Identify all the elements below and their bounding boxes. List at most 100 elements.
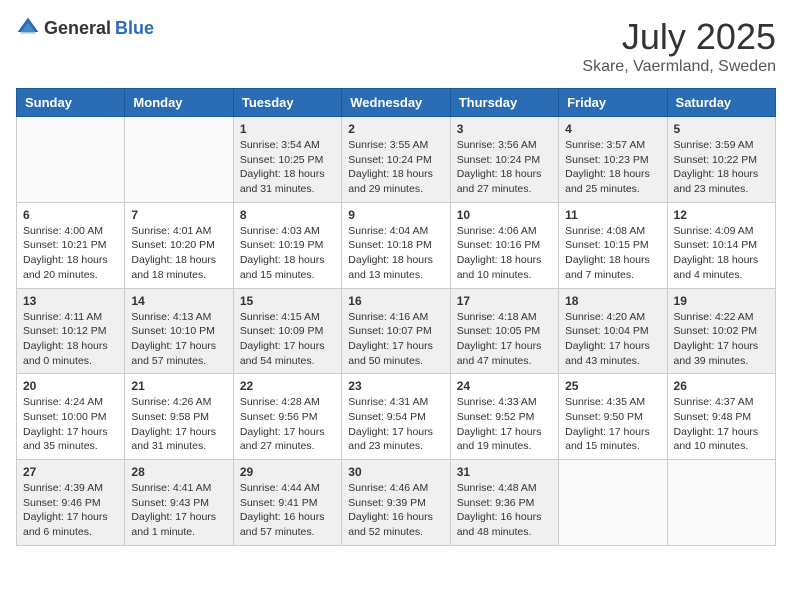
logo-blue: Blue	[115, 18, 154, 39]
calendar-cell: 12 Sunrise: 4:09 AMSunset: 10:14 PMDaylig…	[667, 202, 775, 288]
col-wednesday: Wednesday	[342, 89, 450, 117]
calendar-cell: 22 Sunrise: 4:28 AMSunset: 9:56 PMDayligh…	[233, 374, 341, 460]
day-number: 1	[240, 122, 335, 136]
calendar-cell: 1Sunrise: 3:54 AMSunset: 10:25 PMDayligh…	[233, 117, 341, 203]
calendar-week-0: 1Sunrise: 3:54 AMSunset: 10:25 PMDayligh…	[17, 117, 776, 203]
calendar-cell	[667, 460, 775, 546]
day-info: Sunrise: 4:41 AMSunset: 9:43 PMDaylight:…	[131, 481, 226, 540]
day-info: Sunrise: 4:22 AMSunset: 10:02 PMDaylight…	[674, 310, 769, 369]
day-number: 25	[565, 379, 660, 393]
calendar-week-1: 6 Sunrise: 4:00 AMSunset: 10:21 PMDayligh…	[17, 202, 776, 288]
calendar-cell: 5 Sunrise: 3:59 AMSunset: 10:22 PMDayligh…	[667, 117, 775, 203]
col-saturday: Saturday	[667, 89, 775, 117]
day-info: Sunrise: 4:13 AMSunset: 10:10 PMDaylight…	[131, 310, 226, 369]
col-tuesday: Tuesday	[233, 89, 341, 117]
calendar-cell: 17 Sunrise: 4:18 AMSunset: 10:05 PMDaylig…	[450, 288, 558, 374]
logo: GeneralBlue	[16, 16, 154, 40]
day-number: 9	[348, 208, 443, 222]
day-info: Sunrise: 4:09 AMSunset: 10:14 PMDaylight…	[674, 224, 769, 283]
calendar-cell: 30 Sunrise: 4:46 AMSunset: 9:39 PMDayligh…	[342, 460, 450, 546]
day-info: Sunrise: 4:11 AMSunset: 10:12 PMDaylight…	[23, 310, 118, 369]
day-number: 6	[23, 208, 118, 222]
day-number: 15	[240, 294, 335, 308]
day-number: 24	[457, 379, 552, 393]
day-number: 17	[457, 294, 552, 308]
page-header: GeneralBlue July 2025 Skare, Vaermland, …	[16, 16, 776, 76]
day-number: 22	[240, 379, 335, 393]
calendar-cell: 21Sunrise: 4:26 AMSunset: 9:58 PMDayligh…	[125, 374, 233, 460]
calendar-week-2: 13 Sunrise: 4:11 AMSunset: 10:12 PMDaylig…	[17, 288, 776, 374]
calendar-cell	[17, 117, 125, 203]
calendar-cell: 11 Sunrise: 4:08 AMSunset: 10:15 PMDaylig…	[559, 202, 667, 288]
day-number: 26	[674, 379, 769, 393]
day-number: 13	[23, 294, 118, 308]
day-number: 4	[565, 122, 660, 136]
day-info: Sunrise: 3:55 AMSunset: 10:24 PMDaylight…	[348, 138, 443, 197]
day-number: 11	[565, 208, 660, 222]
day-number: 12	[674, 208, 769, 222]
col-monday: Monday	[125, 89, 233, 117]
day-number: 30	[348, 465, 443, 479]
calendar-cell: 29 Sunrise: 4:44 AMSunset: 9:41 PMDayligh…	[233, 460, 341, 546]
calendar-cell: 9 Sunrise: 4:04 AMSunset: 10:18 PMDayligh…	[342, 202, 450, 288]
day-info: Sunrise: 4:08 AMSunset: 10:15 PMDaylight…	[565, 224, 660, 283]
day-number: 29	[240, 465, 335, 479]
calendar-cell: 13 Sunrise: 4:11 AMSunset: 10:12 PMDaylig…	[17, 288, 125, 374]
day-number: 10	[457, 208, 552, 222]
calendar-cell: 28Sunrise: 4:41 AMSunset: 9:43 PMDayligh…	[125, 460, 233, 546]
day-info: Sunrise: 4:33 AMSunset: 9:52 PMDaylight:…	[457, 395, 552, 454]
calendar-cell: 27Sunrise: 4:39 AMSunset: 9:46 PMDayligh…	[17, 460, 125, 546]
calendar-cell: 24 Sunrise: 4:33 AMSunset: 9:52 PMDayligh…	[450, 374, 558, 460]
day-info: Sunrise: 4:16 AMSunset: 10:07 PMDaylight…	[348, 310, 443, 369]
calendar-cell: 6 Sunrise: 4:00 AMSunset: 10:21 PMDayligh…	[17, 202, 125, 288]
calendar-cell: 18 Sunrise: 4:20 AMSunset: 10:04 PMDaylig…	[559, 288, 667, 374]
calendar-cell: 8Sunrise: 4:03 AMSunset: 10:19 PMDayligh…	[233, 202, 341, 288]
day-info: Sunrise: 4:18 AMSunset: 10:05 PMDaylight…	[457, 310, 552, 369]
day-number: 5	[674, 122, 769, 136]
day-number: 7	[131, 208, 226, 222]
title-block: July 2025 Skare, Vaermland, Sweden	[582, 16, 776, 76]
col-friday: Friday	[559, 89, 667, 117]
calendar-cell	[125, 117, 233, 203]
day-info: Sunrise: 4:48 AMSunset: 9:36 PMDaylight:…	[457, 481, 552, 540]
calendar-cell: 25 Sunrise: 4:35 AMSunset: 9:50 PMDayligh…	[559, 374, 667, 460]
calendar-cell: 19 Sunrise: 4:22 AMSunset: 10:02 PMDaylig…	[667, 288, 775, 374]
calendar-cell: 2 Sunrise: 3:55 AMSunset: 10:24 PMDayligh…	[342, 117, 450, 203]
calendar-cell: 26 Sunrise: 4:37 AMSunset: 9:48 PMDayligh…	[667, 374, 775, 460]
col-thursday: Thursday	[450, 89, 558, 117]
calendar-cell: 16 Sunrise: 4:16 AMSunset: 10:07 PMDaylig…	[342, 288, 450, 374]
calendar-cell: 4 Sunrise: 3:57 AMSunset: 10:23 PMDayligh…	[559, 117, 667, 203]
logo-general: General	[44, 18, 111, 39]
calendar-cell: 7Sunrise: 4:01 AMSunset: 10:20 PMDayligh…	[125, 202, 233, 288]
day-info: Sunrise: 4:03 AMSunset: 10:19 PMDaylight…	[240, 224, 335, 283]
day-info: Sunrise: 4:24 AMSunset: 10:00 PMDaylight…	[23, 395, 118, 454]
day-info: Sunrise: 4:00 AMSunset: 10:21 PMDaylight…	[23, 224, 118, 283]
col-sunday: Sunday	[17, 89, 125, 117]
calendar-cell: 20Sunrise: 4:24 AMSunset: 10:00 PMDaylig…	[17, 374, 125, 460]
day-info: Sunrise: 4:37 AMSunset: 9:48 PMDaylight:…	[674, 395, 769, 454]
day-info: Sunrise: 4:06 AMSunset: 10:16 PMDaylight…	[457, 224, 552, 283]
day-info: Sunrise: 4:04 AMSunset: 10:18 PMDaylight…	[348, 224, 443, 283]
day-info: Sunrise: 3:56 AMSunset: 10:24 PMDaylight…	[457, 138, 552, 197]
day-number: 19	[674, 294, 769, 308]
day-number: 2	[348, 122, 443, 136]
day-number: 3	[457, 122, 552, 136]
calendar-cell: 31 Sunrise: 4:48 AMSunset: 9:36 PMDayligh…	[450, 460, 558, 546]
day-info: Sunrise: 4:35 AMSunset: 9:50 PMDaylight:…	[565, 395, 660, 454]
day-info: Sunrise: 4:46 AMSunset: 9:39 PMDaylight:…	[348, 481, 443, 540]
month-title: July 2025	[582, 16, 776, 58]
day-number: 21	[131, 379, 226, 393]
day-info: Sunrise: 3:57 AMSunset: 10:23 PMDaylight…	[565, 138, 660, 197]
day-info: Sunrise: 3:59 AMSunset: 10:22 PMDaylight…	[674, 138, 769, 197]
day-info: Sunrise: 4:44 AMSunset: 9:41 PMDaylight:…	[240, 481, 335, 540]
calendar-cell: 14Sunrise: 4:13 AMSunset: 10:10 PMDaylig…	[125, 288, 233, 374]
calendar-cell: 3 Sunrise: 3:56 AMSunset: 10:24 PMDayligh…	[450, 117, 558, 203]
day-number: 31	[457, 465, 552, 479]
calendar-cell	[559, 460, 667, 546]
calendar-week-4: 27Sunrise: 4:39 AMSunset: 9:46 PMDayligh…	[17, 460, 776, 546]
day-number: 16	[348, 294, 443, 308]
day-number: 18	[565, 294, 660, 308]
day-info: Sunrise: 4:28 AMSunset: 9:56 PMDaylight:…	[240, 395, 335, 454]
location-title: Skare, Vaermland, Sweden	[582, 58, 776, 76]
day-info: Sunrise: 4:20 AMSunset: 10:04 PMDaylight…	[565, 310, 660, 369]
